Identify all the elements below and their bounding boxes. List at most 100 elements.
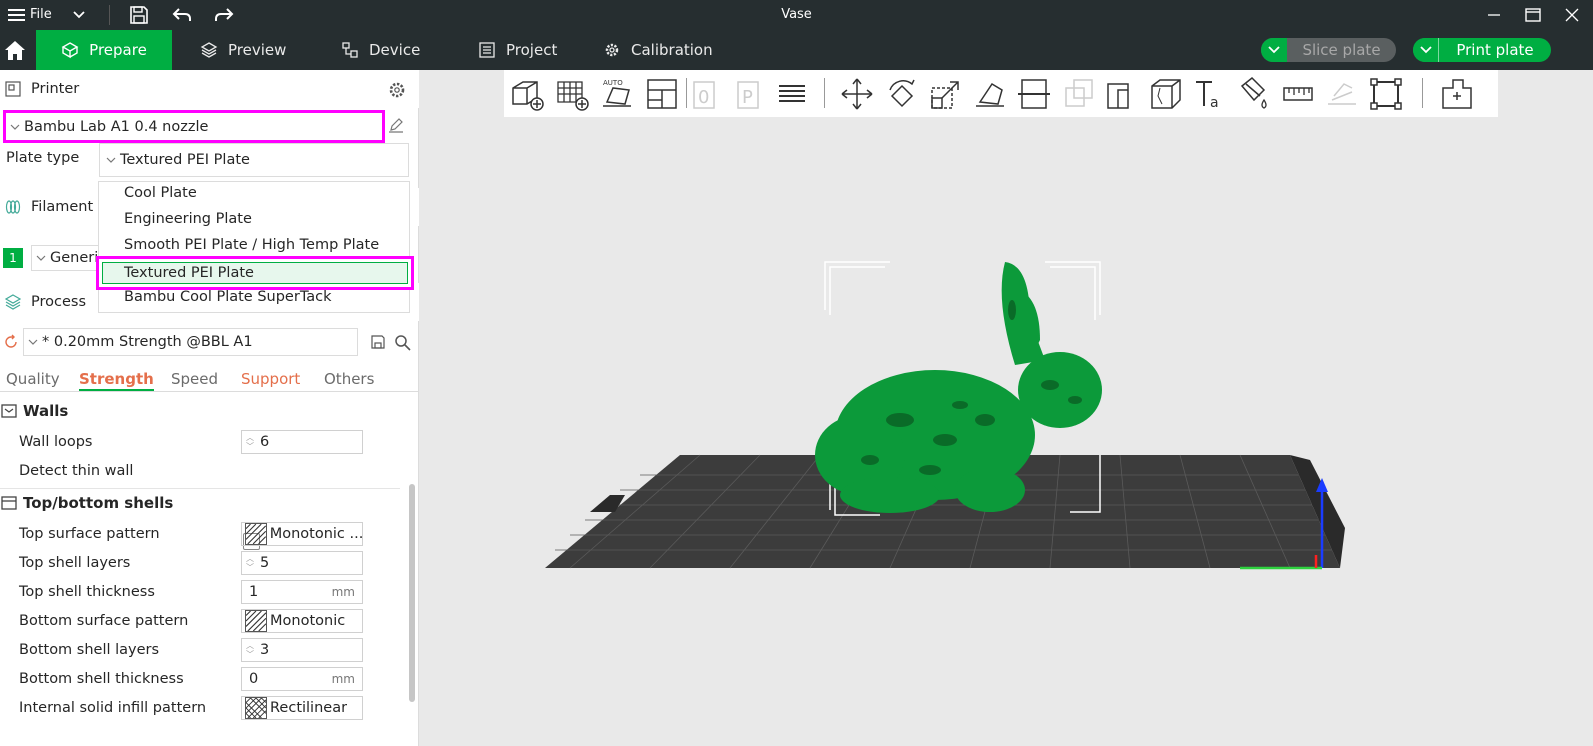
wall-loops-input[interactable]: ︿ ﹀ 6: [241, 430, 363, 454]
plate-option-smooth-pei[interactable]: Smooth PEI Plate / High Temp Plate: [99, 232, 411, 258]
print-plate-button[interactable]: Print plate: [1413, 38, 1551, 62]
tab-device-label: Device: [369, 41, 421, 59]
tab-device[interactable]: Device: [341, 30, 420, 70]
top-shell-layers-value: 5: [260, 555, 270, 571]
top-shell-thickness-input[interactable]: 1 mm: [241, 580, 363, 604]
arrange-icon[interactable]: [644, 76, 680, 112]
stepper-arrows-icon[interactable]: ︿ ﹀: [242, 431, 258, 453]
printer-select[interactable]: Bambu Lab A1 0.4 nozzle: [3, 110, 385, 143]
print-options-dropdown[interactable]: [1413, 38, 1439, 62]
svg-text:a: a: [1210, 95, 1219, 111]
color-paint-icon[interactable]: [1236, 76, 1272, 112]
maximize-icon[interactable]: [1522, 4, 1544, 26]
3d-viewport[interactable]: [420, 70, 1593, 746]
detect-thin-wall-label: Detect thin wall: [19, 463, 134, 479]
plate-type-value: Textured PEI Plate: [120, 152, 250, 168]
add-plate-icon[interactable]: [554, 76, 590, 112]
bottom-shell-layers-label: Bottom shell layers: [19, 642, 160, 658]
bottom-shell-thickness-input[interactable]: 0 mm: [241, 667, 363, 691]
home-icon[interactable]: [2, 38, 28, 62]
add-object-icon[interactable]: [509, 76, 545, 112]
boolean-icon[interactable]: [1060, 76, 1096, 112]
settings-sidebar: Printer Bambu Lab A1 0.4 nozzle Plate ty…: [0, 70, 419, 746]
view-toolbar: AUTO 0 P a: [504, 70, 1498, 117]
stepper-arrows-icon[interactable]: ︿ ﹀: [242, 639, 258, 661]
chevron-down-icon: [1268, 46, 1280, 54]
slice-options-dropdown[interactable]: [1261, 38, 1287, 62]
close-icon[interactable]: [1561, 4, 1583, 26]
tab-others[interactable]: Others: [324, 370, 374, 388]
bottom-surface-pattern-value: Monotonic: [270, 613, 346, 629]
top-shell-layers-label: Top shell layers: [19, 555, 131, 571]
tab-support[interactable]: Support: [241, 370, 300, 388]
shells-group-label: Top/bottom shells: [23, 494, 174, 512]
monotonic-pattern-icon: [245, 523, 267, 545]
cube-icon: [61, 42, 79, 59]
walls-group-header: Walls: [0, 399, 68, 423]
sidebar-scrollbar[interactable]: [409, 484, 415, 702]
chevron-down-icon: [28, 339, 38, 345]
bottom-shell-layers-input[interactable]: ︿ ﹀ 3: [241, 638, 363, 662]
plate-type-select[interactable]: Textured PEI Plate: [99, 143, 409, 177]
unit-label: mm: [331, 585, 355, 599]
split-objects-icon[interactable]: 0: [688, 76, 724, 112]
tab-preview[interactable]: Preview: [200, 30, 286, 70]
auto-orient-icon[interactable]: AUTO: [599, 76, 635, 112]
gear-icon[interactable]: [388, 81, 406, 99]
tab-project[interactable]: Project: [478, 30, 557, 70]
save-icon[interactable]: [370, 334, 386, 350]
move-icon[interactable]: [839, 76, 875, 112]
process-profile-row: * 0.20mm Strength @BBL A1: [0, 328, 419, 356]
top-shell-thickness-value: 1: [249, 584, 259, 600]
layers-list-icon[interactable]: [774, 76, 810, 112]
plate-option-engineering[interactable]: Engineering Plate: [99, 206, 411, 232]
internal-solid-infill-pattern-label: Internal solid infill pattern: [19, 700, 207, 716]
tab-prepare[interactable]: Prepare: [36, 30, 172, 70]
title-bar: File Vase: [0, 0, 1593, 30]
lay-on-face-icon[interactable]: [972, 76, 1008, 112]
svg-text:AUTO: AUTO: [603, 79, 623, 87]
tab-quality[interactable]: Quality: [6, 370, 60, 388]
bottom-shell-thickness-label: Bottom shell thickness: [19, 671, 184, 687]
internal-solid-infill-pattern-value: Rectilinear: [270, 700, 348, 716]
tab-speed[interactable]: Speed: [171, 370, 218, 388]
text-icon[interactable]: a: [1192, 76, 1228, 112]
stepper-arrows-icon[interactable]: ︿ ﹀: [242, 552, 258, 574]
printer-select-value: Bambu Lab A1 0.4 nozzle: [24, 118, 209, 135]
plate-option-cool-supertack[interactable]: Bambu Cool Plate SuperTack: [99, 284, 411, 310]
top-shell-thickness-label: Top shell thickness: [19, 584, 155, 600]
wall-loops-label: Wall loops: [19, 434, 93, 450]
toolbar-divider: [1422, 78, 1423, 108]
plate-option-cool[interactable]: Cool Plate: [99, 180, 411, 206]
scale-icon[interactable]: [928, 76, 964, 112]
support-paint-icon[interactable]: [1104, 76, 1140, 112]
filament-slot-badge[interactable]: 1: [3, 248, 23, 268]
main-nav-bar: Prepare Preview Device Project Calibrati…: [0, 30, 1593, 70]
filament-section-label: Filament: [31, 199, 94, 215]
slice-plate-button[interactable]: Slice plate: [1261, 38, 1396, 62]
internal-solid-infill-pattern-select[interactable]: Rectilinear: [241, 696, 363, 720]
chevron-down-icon: [10, 124, 20, 130]
rotate-icon[interactable]: [884, 76, 920, 112]
rectilinear-pattern-icon: [245, 697, 267, 719]
tab-calibration[interactable]: Calibration: [603, 30, 713, 70]
process-profile-value: * 0.20mm Strength @BBL A1: [42, 334, 253, 350]
assembly-icon[interactable]: [1324, 76, 1360, 112]
assemble-view-icon[interactable]: [1368, 76, 1404, 112]
edit-icon[interactable]: [388, 117, 404, 133]
tab-preview-label: Preview: [228, 41, 287, 59]
measure-icon[interactable]: [1280, 76, 1316, 112]
minimize-icon[interactable]: [1483, 4, 1505, 26]
top-surface-pattern-label: Top surface pattern: [19, 526, 160, 542]
cut-icon[interactable]: [1016, 76, 1052, 112]
split-parts-icon[interactable]: P: [732, 76, 768, 112]
top-shell-layers-input[interactable]: ︿ ﹀ 5: [241, 551, 363, 575]
process-profile-select[interactable]: * 0.20mm Strength @BBL A1: [23, 328, 358, 356]
seam-paint-icon[interactable]: [1148, 76, 1184, 112]
top-surface-pattern-select[interactable]: Monotonic ...: [241, 522, 363, 546]
plate-settings-icon[interactable]: [1439, 76, 1475, 112]
reset-icon[interactable]: [3, 334, 19, 350]
search-icon[interactable]: [394, 334, 411, 351]
tab-strength[interactable]: Strength: [79, 370, 154, 391]
bottom-surface-pattern-select[interactable]: Monotonic: [241, 609, 363, 633]
